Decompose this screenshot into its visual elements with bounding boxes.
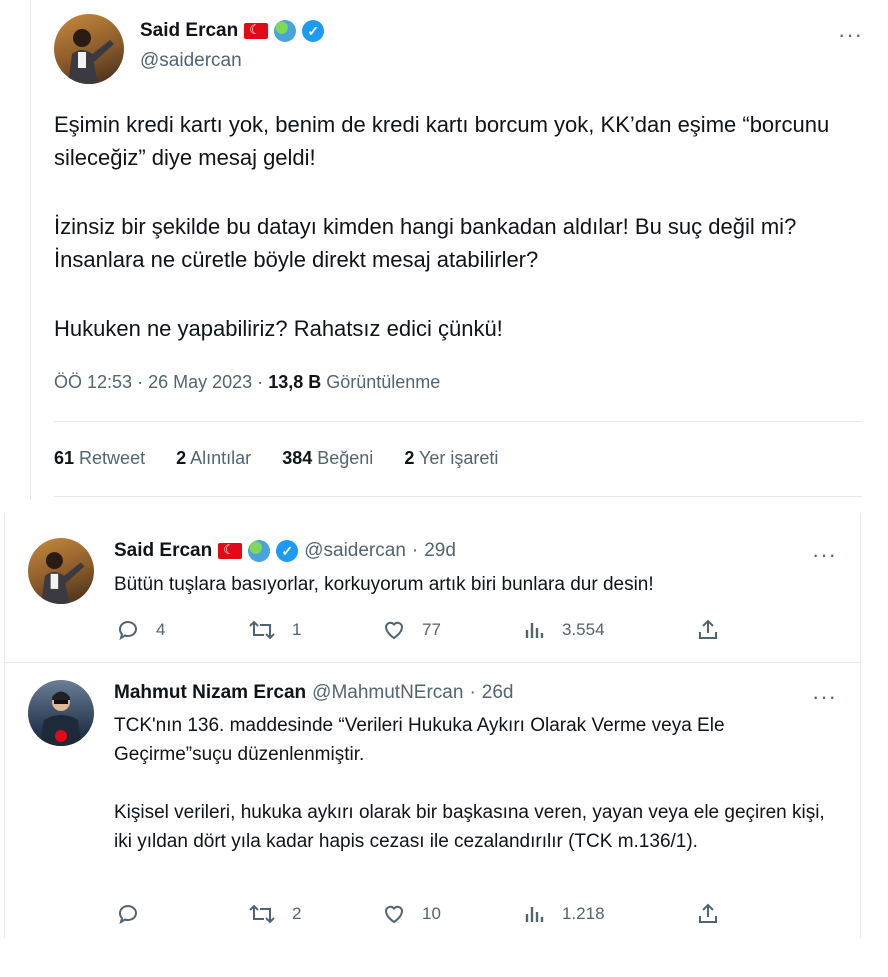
divider	[4, 662, 860, 663]
more-icon[interactable]: ···	[838, 22, 863, 48]
author-name[interactable]: Said Ercan	[140, 20, 238, 42]
retweets-label: Retweet	[79, 448, 146, 468]
views-icon	[524, 618, 546, 642]
bookmarks-label: Yer işareti	[419, 448, 499, 468]
views-action[interactable]: 1.218	[524, 902, 605, 926]
share-icon	[696, 618, 720, 642]
like-action[interactable]: 10	[382, 902, 441, 926]
tweet-meta: ÖÖ 12:53 · 26 May 2023 · 13,8 B Görüntül…	[54, 372, 440, 393]
avatar[interactable]	[54, 14, 124, 84]
quotes-label: Alıntılar	[190, 448, 252, 468]
likes-count: 384	[282, 448, 313, 468]
globe-icon	[248, 540, 271, 562]
like-icon	[382, 618, 406, 642]
tweet-date[interactable]: 26 May 2023	[148, 372, 252, 392]
like-count: 77	[422, 620, 441, 639]
quotes-stat[interactable]: 2 Alıntılar	[176, 448, 251, 468]
reply-action[interactable]	[116, 902, 156, 926]
retweet-icon	[248, 902, 276, 926]
turkey-flag-icon	[244, 22, 269, 39]
engagement-stats: 61 Retweet 2 Alıntılar 384 Beğeni 2 Yer …	[54, 448, 498, 469]
tweet-paragraph: İzinsiz bir şekilde bu datayı kimden han…	[54, 214, 797, 272]
meta-separator: ·	[411, 540, 419, 561]
views-count: 3.554	[562, 620, 605, 639]
reply-age[interactable]: 29d	[424, 540, 456, 562]
views-count: 1.218	[562, 904, 605, 923]
retweet-action[interactable]: 2	[248, 902, 301, 926]
more-icon[interactable]: ···	[812, 684, 837, 710]
reply-text: Bütün tuşlara basıyorlar, korkuyorum art…	[114, 574, 654, 595]
meta-separator: ·	[137, 372, 144, 392]
share-action[interactable]	[696, 902, 720, 926]
bookmarks-stat[interactable]: 2 Yer işareti	[404, 448, 498, 468]
reply-icon	[116, 902, 140, 926]
right-border	[860, 513, 861, 938]
share-icon	[696, 902, 720, 926]
author-handle[interactable]: @saidercan	[140, 50, 242, 72]
tweet-paragraph: Hukuken ne yapabiliriz? Rahatsız edici ç…	[54, 316, 503, 341]
reply-age[interactable]: 26d	[482, 682, 514, 704]
like-count: 10	[422, 904, 441, 923]
meta-separator: ·	[469, 682, 476, 703]
tweet-body: Eşimin kredi kartı yok, benim de kredi k…	[54, 108, 854, 345]
retweets-count: 61	[54, 448, 75, 468]
views-action[interactable]: 3.554	[524, 618, 605, 642]
tweet-time[interactable]: ÖÖ 12:53	[54, 372, 132, 392]
like-action[interactable]: 77	[382, 618, 441, 642]
reply-count: 4	[156, 620, 166, 639]
divider	[54, 421, 862, 422]
views-count: 13,8 B	[268, 372, 322, 392]
likes-label: Beğeni	[317, 448, 374, 468]
more-icon[interactable]: ···	[812, 542, 837, 568]
likes-stat[interactable]: 384 Beğeni	[282, 448, 373, 468]
reply-paragraph: Kişisel verileri, hukuka aykırı olarak b…	[114, 802, 825, 852]
tweet-paragraph: Eşimin kredi kartı yok, benim de kredi k…	[54, 112, 830, 170]
reply-body: TCK'nın 136. maddesinde “Verileri Hukuka…	[114, 711, 834, 856]
meta-separator: ·	[257, 372, 264, 392]
retweet-count: 1	[292, 620, 302, 639]
reply-action[interactable]: 4	[116, 618, 165, 642]
reply-author-name[interactable]: Said Ercan	[114, 540, 212, 562]
globe-icon	[274, 20, 297, 42]
views-label: Görüntülenme	[326, 372, 441, 392]
left-border	[4, 513, 5, 938]
reply-icon	[116, 618, 140, 642]
views-icon	[524, 902, 546, 926]
reply-handle[interactable]: @MahmutNErcan	[312, 682, 463, 704]
reply-avatar[interactable]	[28, 538, 94, 604]
turkey-flag-icon	[218, 542, 243, 559]
retweets-stat[interactable]: 61 Retweet	[54, 448, 145, 468]
bookmarks-count: 2	[404, 448, 415, 468]
retweet-action[interactable]: 1	[248, 618, 301, 642]
reply-avatar[interactable]	[28, 680, 94, 746]
retweet-count: 2	[292, 904, 302, 923]
quotes-count: 2	[176, 448, 187, 468]
reply-handle[interactable]: @saidercan	[304, 540, 406, 562]
like-icon	[382, 902, 406, 926]
verified-badge-icon[interactable]: ✓	[276, 540, 299, 562]
retweet-icon	[248, 618, 276, 642]
verified-badge-icon[interactable]: ✓	[302, 20, 325, 42]
divider	[54, 496, 862, 497]
left-border	[30, 0, 31, 500]
reply-paragraph: TCK'nın 136. maddesinde “Verileri Hukuka…	[114, 715, 725, 765]
share-action[interactable]	[696, 618, 720, 642]
reply-author-name[interactable]: Mahmut Nizam Ercan	[114, 682, 306, 704]
